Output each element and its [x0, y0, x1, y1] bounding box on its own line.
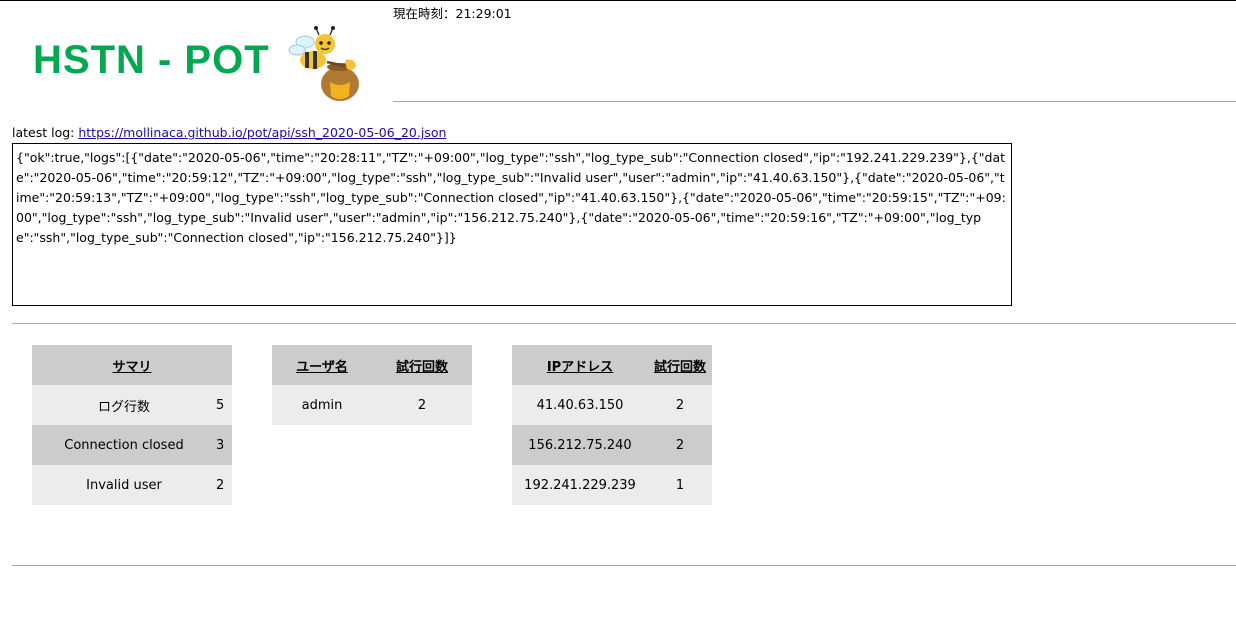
ip-cell: 156.212.75.240 [512, 425, 648, 465]
ip-column-header: IPアドレス [512, 345, 648, 385]
json-log-textarea[interactable]: {"ok":true,"logs":[{"date":"2020-05-06",… [12, 143, 1012, 306]
bee-honeypot-icon [288, 26, 359, 101]
count-cell: 2 [648, 425, 712, 465]
top-border [0, 0, 1236, 1]
table-row: Invalid user 2 [32, 465, 232, 505]
count-column-header: 試行回数 [372, 345, 472, 385]
count-column-header: 試行回数 [648, 345, 712, 385]
latest-log-label: latest log: [12, 125, 79, 140]
latest-log-link[interactable]: https://mollinaca.github.io/pot/api/ssh_… [78, 125, 446, 140]
section-divider [12, 323, 1236, 324]
ip-cell: 192.241.229.239 [512, 465, 648, 505]
summary-label: Connection closed [32, 425, 216, 465]
summary-value: 2 [216, 465, 232, 505]
user-cell: admin [272, 385, 372, 425]
table-row: 156.212.75.240 2 [512, 425, 712, 465]
user-column-header: ユーザ名 [272, 345, 372, 385]
table-row: Connection closed 3 [32, 425, 232, 465]
current-time: 現在時刻：21:29:01 [393, 6, 512, 21]
site-logo: HSTN - POT [33, 38, 270, 82]
ip-table: IPアドレス 試行回数 41.40.63.150 2 156.212.75.24… [512, 345, 712, 505]
summary-table-header: サマリ [32, 345, 232, 385]
count-cell: 2 [648, 385, 712, 425]
count-cell: 1 [648, 465, 712, 505]
header-divider [393, 101, 1236, 102]
table-row: admin 2 [272, 385, 472, 425]
ip-cell: 41.40.63.150 [512, 385, 648, 425]
latest-log-line: latest log: https://mollinaca.github.io/… [12, 125, 446, 140]
table-row: ログ行数 5 [32, 385, 232, 425]
summary-label: Invalid user [32, 465, 216, 505]
count-cell: 2 [372, 385, 472, 425]
summary-label: ログ行数 [32, 385, 216, 425]
user-table: ユーザ名 試行回数 admin 2 [272, 345, 472, 425]
summary-value: 3 [216, 425, 232, 465]
footer-divider [12, 565, 1236, 566]
table-row: 41.40.63.150 2 [512, 385, 712, 425]
summary-table: サマリ ログ行数 5 Connection closed 3 Invalid u… [32, 345, 232, 505]
summary-value: 5 [216, 385, 232, 425]
table-row: 192.241.229.239 1 [512, 465, 712, 505]
